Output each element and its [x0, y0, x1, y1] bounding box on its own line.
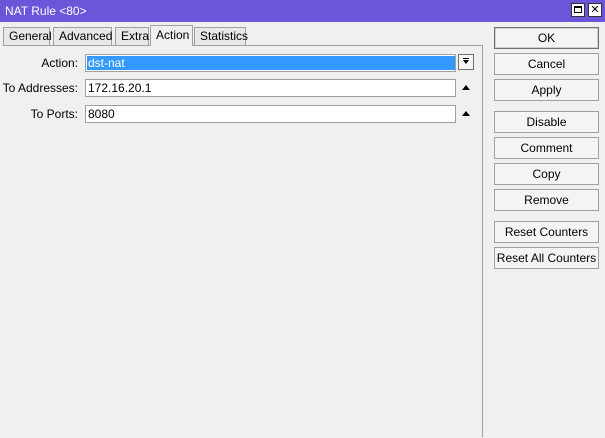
ok-button[interactable]: OK: [494, 27, 599, 49]
tab-action[interactable]: Action: [150, 25, 193, 46]
to-addresses-label: To Addresses:: [2, 81, 78, 95]
tab-advanced[interactable]: Advanced: [53, 27, 112, 45]
maximize-icon[interactable]: [571, 3, 585, 17]
reset-counters-button[interactable]: Reset Counters: [494, 221, 599, 243]
apply-button[interactable]: Apply: [494, 79, 599, 101]
to-ports-input[interactable]: 8080: [85, 105, 456, 123]
action-value: dst-nat: [87, 56, 455, 70]
title-bar[interactable]: NAT Rule <80> ✕: [0, 0, 605, 22]
tab-extra[interactable]: Extra: [115, 27, 149, 45]
close-icon[interactable]: ✕: [588, 3, 602, 17]
tab-panel: [3, 45, 483, 437]
remove-button[interactable]: Remove: [494, 189, 599, 211]
reset-all-counters-button[interactable]: Reset All Counters: [494, 247, 599, 269]
tab-statistics[interactable]: Statistics: [194, 27, 248, 45]
dropdown-arrow-icon[interactable]: [458, 54, 474, 70]
window-title: NAT Rule <80>: [5, 4, 87, 18]
comment-button[interactable]: Comment: [494, 137, 599, 159]
disable-button[interactable]: Disable: [494, 111, 599, 133]
to-addresses-input[interactable]: 172.16.20.1: [85, 79, 456, 97]
collapse-up-icon[interactable]: [462, 111, 470, 116]
to-ports-label: To Ports:: [30, 107, 78, 121]
cancel-button[interactable]: Cancel: [494, 53, 599, 75]
action-label: Action:: [41, 56, 78, 70]
action-select[interactable]: dst-nat: [85, 54, 456, 72]
collapse-up-icon[interactable]: [462, 85, 470, 90]
tab-general[interactable]: General: [3, 27, 52, 45]
copy-button[interactable]: Copy: [494, 163, 599, 185]
